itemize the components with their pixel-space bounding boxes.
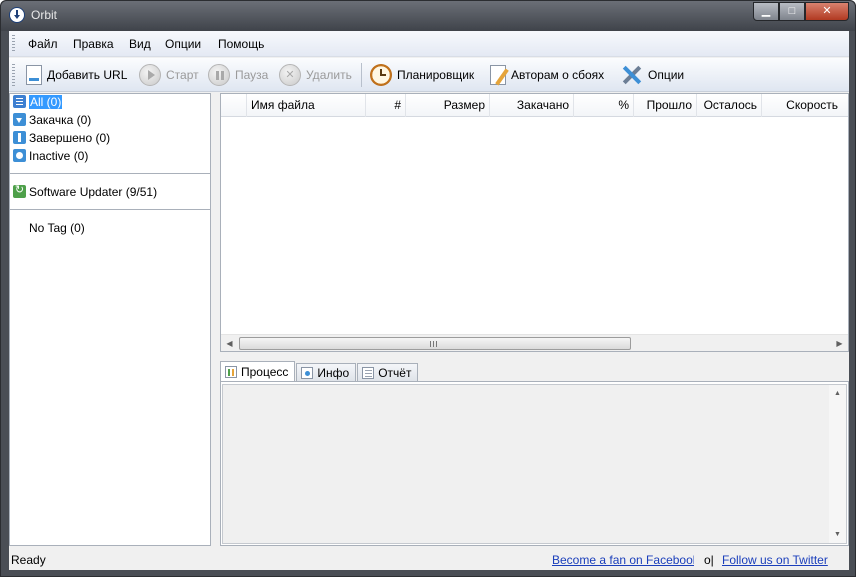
- delete-label: Удалить: [306, 68, 352, 82]
- delete-button[interactable]: Удалить: [279, 63, 352, 87]
- column-header-remaining[interactable]: Осталось: [697, 94, 762, 117]
- options-label: Опции: [648, 68, 685, 82]
- category-panel: All (0) Закачка (0) Завершено (0) Inacti…: [9, 93, 211, 546]
- scroll-right-icon[interactable]: ▶: [831, 337, 848, 350]
- pause-button[interactable]: Пауза: [208, 63, 268, 87]
- minimize-button[interactable]: ▁: [753, 2, 779, 21]
- scroll-down-icon[interactable]: ▼: [829, 528, 846, 541]
- pause-icon: [208, 64, 230, 86]
- category-all[interactable]: All (0): [13, 93, 63, 110]
- facebook-link[interactable]: Become a fan on Facebook: [552, 553, 694, 567]
- menu-edit[interactable]: Правка: [73, 37, 114, 51]
- toolbar-grip[interactable]: [12, 64, 15, 86]
- tab-label: Отчёт: [378, 365, 412, 380]
- scroll-left-icon[interactable]: ◀: [221, 337, 238, 350]
- app-window: Orbit ▁ □ ✕ Файл Правка Вид Опции Помощь…: [0, 0, 856, 577]
- report-edit-icon: [490, 65, 506, 85]
- status-separator: o|: [704, 553, 714, 567]
- maximize-button[interactable]: □: [779, 2, 805, 21]
- play-icon: [139, 64, 161, 86]
- progress-chart-icon: [225, 365, 237, 378]
- report-bug-button[interactable]: Авторам о сбоях: [490, 63, 604, 87]
- tab-label: Процесс: [241, 364, 289, 379]
- menu-help[interactable]: Помощь: [218, 37, 264, 51]
- software-updater-item[interactable]: Software Updater (9/51): [13, 183, 157, 200]
- scheduler-label: Планировщик: [397, 68, 475, 82]
- category-divider: [10, 173, 210, 174]
- category-completed[interactable]: Завершено (0): [13, 129, 110, 146]
- twitter-link[interactable]: Follow us on Twitter: [722, 553, 828, 567]
- menubar-grip[interactable]: [12, 35, 15, 53]
- tag-label: No Tag (0): [29, 220, 85, 235]
- scheduler-button[interactable]: Планировщик: [370, 63, 474, 87]
- category-label: Завершено (0): [29, 130, 111, 145]
- client-area: Файл Правка Вид Опции Помощь Добавить UR…: [9, 31, 849, 570]
- column-header-elapsed[interactable]: Прошло: [634, 94, 697, 117]
- tab-label: Инфо: [317, 365, 350, 380]
- add-url-label: Добавить URL: [47, 68, 128, 82]
- column-header-icon[interactable]: [221, 94, 247, 117]
- category-downloading[interactable]: Закачка (0): [13, 111, 91, 128]
- tab-info[interactable]: Инфо: [296, 363, 357, 381]
- tools-icon: [621, 64, 643, 86]
- info-icon: [301, 366, 314, 379]
- add-url-icon: [26, 65, 42, 85]
- window-controls: ▁ □ ✕: [753, 2, 849, 21]
- tag-no-tag[interactable]: No Tag (0): [29, 219, 85, 236]
- options-button[interactable]: Опции: [621, 63, 684, 87]
- delete-icon: [279, 64, 301, 86]
- scroll-thumb[interactable]: [239, 337, 631, 350]
- detail-tabs: Процесс Инфо Отчёт: [220, 361, 419, 381]
- clock-icon: [370, 64, 392, 86]
- vertical-scrollbar[interactable]: ▲ ▼: [829, 385, 846, 543]
- menu-bar: Файл Правка Вид Опции Помощь: [9, 31, 849, 57]
- start-label: Старт: [166, 68, 199, 82]
- detail-panel: ▲ ▼: [220, 381, 849, 546]
- status-text: Ready: [11, 553, 46, 567]
- horizontal-scrollbar[interactable]: ◀ ▶: [221, 334, 848, 351]
- category-label: All (0): [29, 94, 63, 109]
- menu-file[interactable]: Файл: [28, 37, 58, 51]
- status-bar: Ready Become a fan on Facebook o| Follow…: [9, 548, 849, 570]
- category-label: Inactive (0): [29, 148, 89, 163]
- list-header: Имя файла # Размер Закачано % Прошло Ост…: [221, 94, 848, 117]
- title-bar[interactable]: Orbit ▁ □ ✕: [1, 1, 855, 31]
- column-header-downloaded[interactable]: Закачано: [490, 94, 574, 117]
- report-bug-label: Авторам о сбоях: [511, 68, 605, 82]
- close-button[interactable]: ✕: [805, 2, 849, 21]
- tab-progress[interactable]: Процесс: [220, 361, 296, 381]
- add-url-button[interactable]: Добавить URL: [23, 63, 127, 87]
- completed-icon: [13, 131, 26, 144]
- software-updater-label: Software Updater (9/51): [29, 184, 158, 199]
- orbit-app-icon: [9, 7, 25, 23]
- progress-area: ▲ ▼: [222, 384, 847, 544]
- toolbar-separator: [361, 63, 362, 87]
- download-list: Имя файла # Размер Закачано % Прошло Ост…: [220, 93, 849, 352]
- refresh-icon: [13, 183, 26, 198]
- log-icon: [362, 366, 375, 379]
- inactive-icon: [13, 149, 26, 162]
- download-icon: [13, 113, 26, 126]
- menu-options[interactable]: Опции: [165, 37, 201, 51]
- start-button[interactable]: Старт: [139, 63, 199, 87]
- column-header-percent[interactable]: %: [574, 94, 634, 117]
- column-header-speed[interactable]: Скорость: [762, 94, 842, 117]
- column-header-size[interactable]: Размер: [406, 94, 490, 117]
- list-icon: [13, 95, 26, 108]
- tab-log[interactable]: Отчёт: [357, 363, 419, 381]
- scroll-up-icon[interactable]: ▲: [829, 387, 846, 400]
- pause-label: Пауза: [235, 68, 269, 82]
- window-title: Orbit: [31, 8, 58, 22]
- column-header-number[interactable]: #: [366, 94, 406, 117]
- menu-view[interactable]: Вид: [129, 37, 151, 51]
- category-label: Закачка (0): [29, 112, 92, 127]
- tag-divider: [10, 209, 210, 210]
- toolbar: Добавить URL Старт Пауза Удалить Планиро…: [9, 58, 849, 92]
- category-inactive[interactable]: Inactive (0): [13, 147, 88, 164]
- column-header-filename[interactable]: Имя файла: [247, 94, 366, 117]
